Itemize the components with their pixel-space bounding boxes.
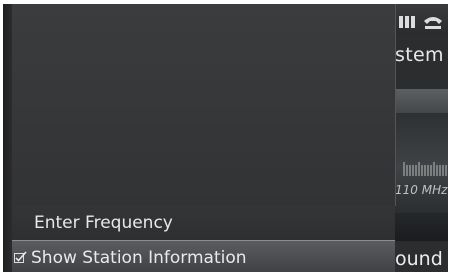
background-bottom-bar [395,213,448,241]
options-menu: Enter Frequency Show Station Information [12,4,396,272]
menu-item-label: Enter Frequency [34,213,173,233]
radio-display: stem 110 MHz ound Enter Frequency Show S… [3,4,448,272]
phone-icon [424,17,442,29]
menu-blank-area [12,4,396,206]
menu-item-enter-frequency[interactable]: Enter Frequency [12,206,395,240]
menu-item-label: Show Station Information [31,247,247,268]
background-frequency-readout: 110 MHz [395,183,448,197]
background-sound-menu[interactable]: ound [395,248,443,270]
menu-item-show-station-information[interactable]: Show Station Information [12,240,395,272]
tuner-scale-icon [403,162,447,176]
left-edge-shadow [3,4,12,272]
signal-strength-icon [399,16,415,28]
background-title: stem [395,44,444,66]
checkmark-box-icon [14,251,27,263]
background-band-selector [395,89,448,113]
